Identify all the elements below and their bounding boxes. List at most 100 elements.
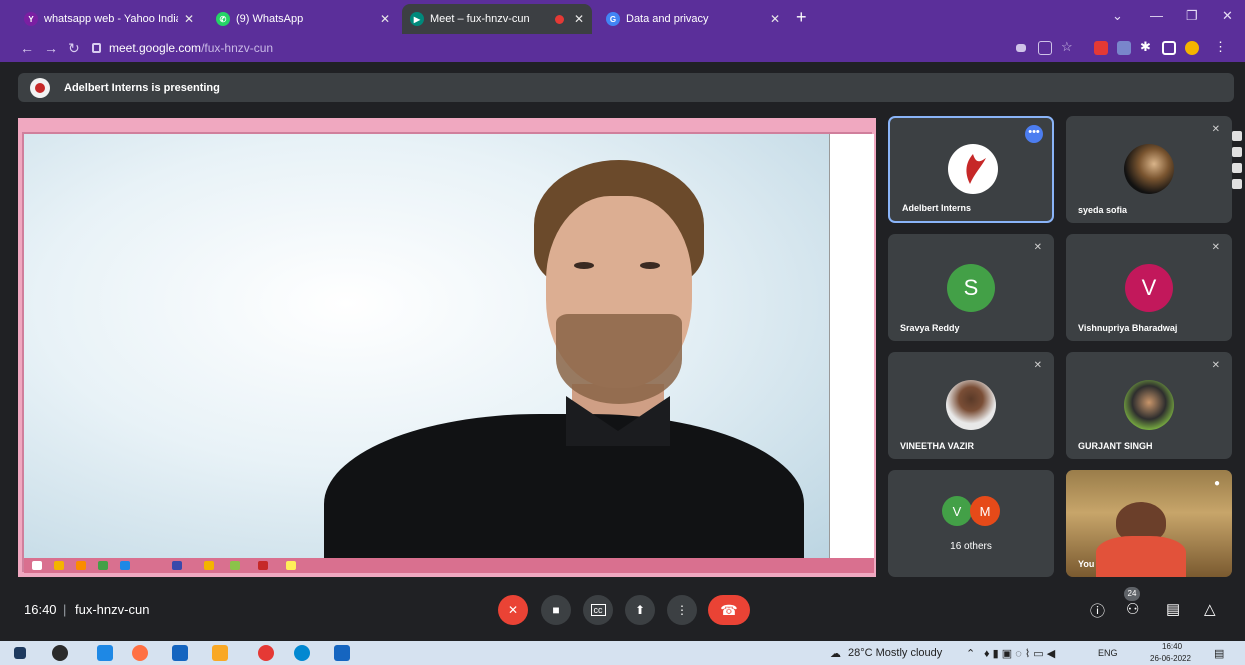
weather-icon: ☁ — [830, 648, 841, 660]
mic-off-icon: ✕ — [1211, 360, 1220, 371]
shared-window-sidebar — [829, 134, 874, 558]
window-close-icon[interactable]: ✕ — [1222, 8, 1233, 24]
captions-button[interactable]: cc — [583, 595, 613, 625]
whatsapp-icon: ✆ — [216, 12, 230, 26]
language-indicator[interactable]: ENG — [1098, 648, 1118, 658]
participant-tile[interactable]: ✕ syeda sofia — [1066, 116, 1232, 223]
participant-avatar: S — [947, 264, 995, 312]
video-icon[interactable] — [1232, 147, 1242, 157]
close-icon[interactable]: ✕ — [184, 12, 194, 26]
presentation-video — [24, 134, 829, 558]
others-tile[interactable]: V M 16 others — [888, 470, 1054, 577]
tab-title: Data and privacy — [626, 13, 709, 25]
participant-tile[interactable]: S ✕ Sravya Reddy — [888, 234, 1054, 341]
activities-icon[interactable]: △ — [1204, 600, 1216, 618]
dell-icon[interactable] — [52, 645, 68, 661]
mic-off-icon: ✕ — [1211, 242, 1220, 253]
camera-indicator-icon[interactable] — [1016, 44, 1026, 52]
new-tab-button[interactable]: + — [796, 8, 807, 26]
firefox-icon[interactable] — [132, 645, 148, 661]
tab-data-privacy[interactable]: G Data and privacy ✕ — [598, 4, 788, 34]
restore-icon[interactable]: ❐ — [1186, 8, 1198, 24]
close-icon[interactable]: ✕ — [770, 12, 780, 26]
tab-title: Meet – fux-hnzv-cun — [430, 13, 530, 25]
tab-whatsapp[interactable]: ✆ (9) WhatsApp ✕ — [208, 4, 398, 34]
mic-toggle-button[interactable]: ✕ — [498, 595, 528, 625]
weather-text[interactable]: 28°C Mostly cloudy — [848, 647, 942, 659]
close-icon[interactable]: ✕ — [574, 12, 584, 26]
settings-icon[interactable] — [1232, 179, 1242, 189]
meeting-info-icon[interactable]: ⓘ — [1090, 600, 1105, 621]
participant-count-badge: 24 — [1124, 587, 1140, 601]
edge-icon[interactable] — [294, 645, 310, 661]
word-icon[interactable] — [172, 645, 188, 661]
chrome-icon[interactable] — [258, 645, 274, 661]
meeting-controls-bar: 16:40 | fux-hnzv-cun ✕ ■ cc ⬆ ⋮ ☎ ⓘ 24 ⚇… — [0, 586, 1245, 632]
mic-off-icon: ✕ — [507, 603, 519, 617]
tray-chevron-icon[interactable]: ⌃ — [966, 647, 975, 660]
mail-icon[interactable] — [97, 645, 113, 661]
windows-start-icon[interactable] — [14, 647, 26, 659]
participant-tile[interactable]: ••• Adelbert Interns — [888, 116, 1054, 223]
clock-date[interactable]: 26-06-2022 — [1150, 654, 1191, 663]
avatar-initial: M — [979, 503, 991, 519]
participant-photo — [1124, 380, 1174, 430]
app-icon — [120, 561, 130, 570]
back-icon[interactable]: ← — [20, 40, 34, 56]
extension-icon[interactable] — [1117, 41, 1131, 55]
mic-icon: ● — [1213, 478, 1220, 489]
profile-avatar[interactable] — [1185, 41, 1199, 55]
participant-name: GURJANT SINGH — [1078, 441, 1153, 451]
meet-icon: ▶ — [410, 12, 424, 26]
more-options-button[interactable]: ⋮ — [667, 595, 697, 625]
self-label: You — [1078, 559, 1095, 569]
address-bar[interactable]: meet.google.com /fux-hnzv-cun — [92, 39, 273, 57]
extension-icon[interactable] — [1094, 41, 1108, 55]
presentation-stage — [18, 118, 876, 577]
file-explorer-icon[interactable] — [212, 645, 228, 661]
self-view-tile[interactable]: ● You — [1066, 470, 1232, 577]
tray-icons[interactable]: ♦ ▮ ▣ ◌ ⌇ ▭ ◀ — [984, 647, 1055, 660]
camera-icon[interactable] — [1232, 131, 1242, 141]
share-icon[interactable] — [1038, 41, 1052, 55]
participant-tile[interactable]: V ✕ Vishnupriya Bharadwaj — [1066, 234, 1232, 341]
mic-off-icon: ✕ — [1033, 360, 1042, 371]
tab-meet[interactable]: ▶ Meet – fux-hnzv-cun ✕ — [402, 4, 592, 34]
end-call-button[interactable]: ☎ — [708, 595, 750, 625]
notification-icon[interactable]: ▤ — [1214, 647, 1224, 660]
camera-toggle-button[interactable]: ■ — [541, 595, 571, 625]
side-panel-icon[interactable] — [1162, 41, 1176, 55]
present-icon: ⬆ — [634, 603, 646, 617]
participant-tile[interactable]: ✕ GURJANT SINGH — [1066, 352, 1232, 459]
google-icon: G — [606, 12, 620, 26]
others-avatar: M — [970, 496, 1000, 526]
participant-photo — [1124, 144, 1174, 194]
forward-icon[interactable]: → — [44, 40, 58, 56]
clock-time[interactable]: 16:40 — [1162, 642, 1182, 651]
avatar-initial: V — [1141, 275, 1157, 300]
extensions-puzzle-icon[interactable]: ✱ — [1140, 39, 1154, 54]
present-button[interactable]: ⬆ — [625, 595, 655, 625]
tab-search-icon[interactable]: ⌄ — [1112, 8, 1123, 24]
presenter-beard — [556, 314, 682, 404]
people-icon[interactable]: ⚇ — [1126, 600, 1139, 618]
app-icon — [54, 561, 64, 570]
more-options-button[interactable]: ••• — [1025, 125, 1043, 143]
chat-icon[interactable]: ▤ — [1166, 600, 1180, 618]
participant-name: VINEETHA VAZIR — [900, 441, 975, 451]
screen: Y whatsapp web - Yahoo India Sea ✕ ✆ (9)… — [0, 0, 1245, 665]
app-icon — [98, 561, 108, 570]
tab-yahoo-search[interactable]: Y whatsapp web - Yahoo India Sea ✕ — [16, 4, 202, 34]
bookmark-star-icon[interactable]: ☆ — [1061, 39, 1075, 54]
reload-icon[interactable]: ↻ — [68, 40, 80, 57]
shared-taskbar — [24, 558, 874, 573]
more-vert-icon: ⋮ — [676, 603, 688, 617]
browser-menu-icon[interactable]: ⋮ — [1214, 39, 1228, 54]
close-icon[interactable]: ✕ — [380, 12, 390, 26]
zoom-icon[interactable] — [334, 645, 350, 661]
presenting-banner: Adelbert Interns is presenting — [18, 73, 1234, 102]
minimize-icon[interactable]: — — [1150, 8, 1163, 23]
participant-tile[interactable]: ✕ VINEETHA VAZIR — [888, 352, 1054, 459]
screen-icon[interactable] — [1232, 163, 1242, 173]
tab-title: (9) WhatsApp — [236, 13, 304, 25]
